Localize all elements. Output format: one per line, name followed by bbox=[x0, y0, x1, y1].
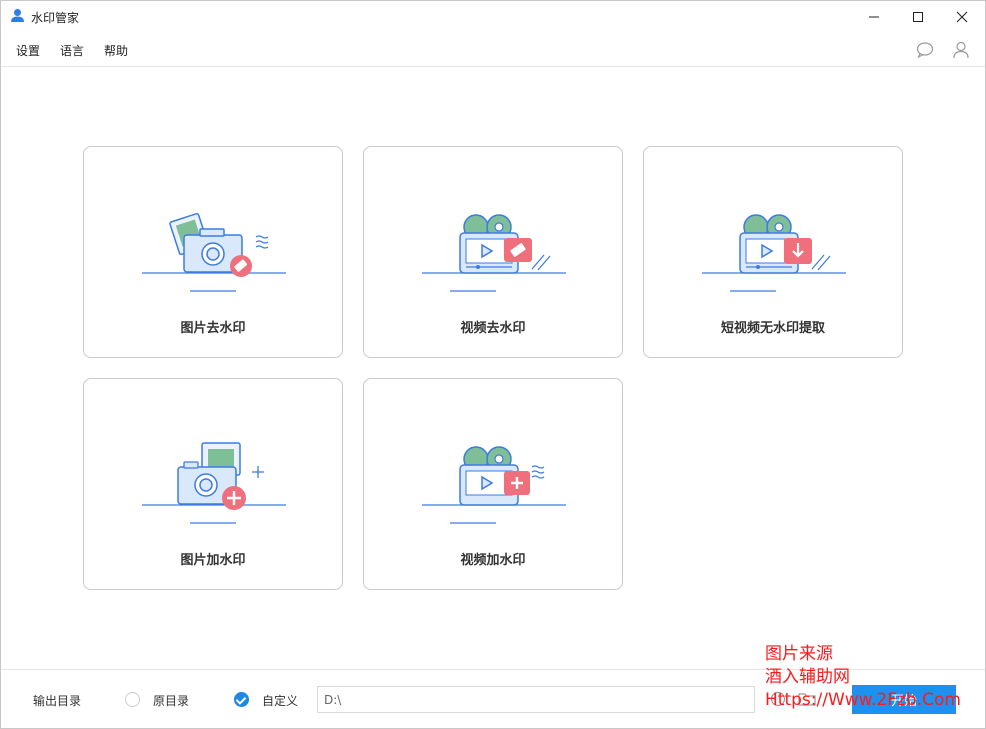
card-short-video-extract[interactable]: 短视频无水印提取 bbox=[643, 146, 903, 358]
window-title: 水印管家 bbox=[31, 11, 80, 25]
card-image-add-watermark[interactable]: 图片加水印 bbox=[83, 378, 343, 590]
short-video-extract-icon bbox=[702, 214, 846, 292]
radio-original-label[interactable]: 原目录 bbox=[153, 692, 189, 709]
app-window: 水印管家 设置 语言 帮助 图片去水印 视频去水印 短视频无水印提取 图片加水印… bbox=[0, 0, 986, 729]
card-image-remove-watermark[interactable]: 图片去水印 bbox=[83, 146, 343, 358]
radio-original-directory[interactable] bbox=[125, 692, 140, 707]
chat-bubble-icon[interactable] bbox=[915, 40, 935, 60]
minimize-button[interactable] bbox=[851, 1, 897, 32]
menu-language[interactable]: 语言 bbox=[60, 42, 84, 59]
radio-custom-label[interactable]: 自定义 bbox=[262, 692, 298, 709]
radio-custom-directory[interactable] bbox=[234, 692, 249, 707]
overlay-line-2: 酒入辅助网 bbox=[765, 667, 850, 687]
menu-settings[interactable]: 设置 bbox=[16, 42, 40, 59]
card-label: 图片去水印 bbox=[180, 321, 246, 336]
card-video-remove-watermark[interactable]: 视频去水印 bbox=[363, 146, 623, 358]
card-video-add-watermark[interactable]: 视频加水印 bbox=[363, 378, 623, 590]
video-add-watermark-icon bbox=[422, 446, 566, 524]
menu-help[interactable]: 帮助 bbox=[104, 42, 128, 59]
title-bar: 水印管家 bbox=[1, 1, 985, 32]
user-account-icon[interactable] bbox=[951, 40, 971, 60]
card-label: 图片加水印 bbox=[180, 553, 246, 568]
source-watermark-overlay: 图片来源 酒入辅助网 Https://Www.2Fzb.Com bbox=[765, 643, 961, 712]
card-label: 视频去水印 bbox=[460, 321, 526, 336]
maximize-icon bbox=[913, 11, 923, 22]
video-remove-watermark-icon bbox=[422, 214, 566, 292]
card-label: 视频加水印 bbox=[460, 553, 526, 568]
overlay-line-3: Https://Www.2Fzb.Com bbox=[765, 690, 961, 710]
output-directory-label: 输出目录 bbox=[33, 694, 82, 708]
maximize-button[interactable] bbox=[895, 1, 941, 32]
close-button[interactable] bbox=[939, 1, 985, 32]
app-logo-icon bbox=[11, 9, 24, 22]
overlay-line-1: 图片来源 bbox=[765, 644, 833, 664]
close-icon bbox=[956, 11, 968, 22]
minimize-icon bbox=[869, 16, 879, 17]
image-add-watermark-icon bbox=[142, 442, 286, 524]
output-path-input[interactable] bbox=[317, 686, 755, 713]
image-remove-watermark-icon bbox=[142, 212, 286, 292]
menu-bar: 设置 语言 帮助 bbox=[1, 32, 985, 67]
card-label: 短视频无水印提取 bbox=[720, 321, 825, 336]
